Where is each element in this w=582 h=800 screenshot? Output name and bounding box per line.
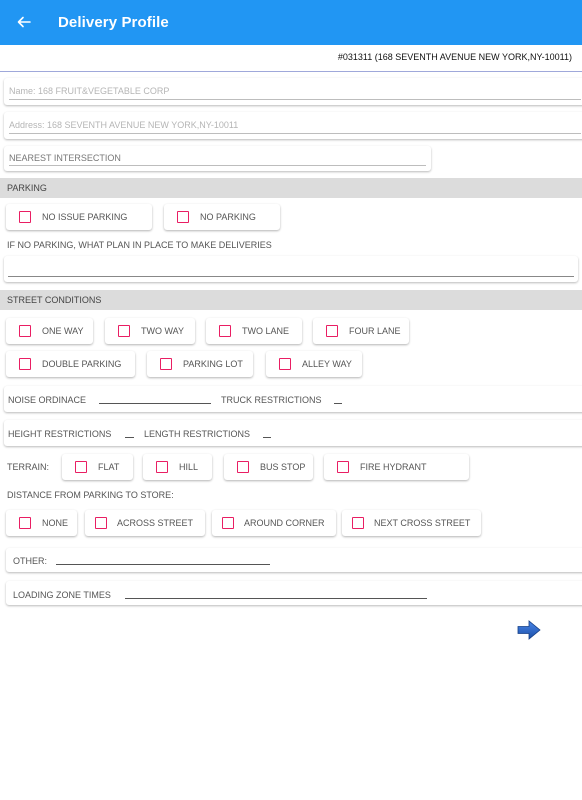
checkbox-no-issue-parking[interactable]: NO ISSUE PARKING: [6, 204, 152, 230]
loading-zone-input[interactable]: [125, 598, 427, 599]
height-restrictions-input[interactable]: [125, 437, 134, 438]
checkbox-icon: [177, 211, 189, 223]
divider: [0, 71, 582, 72]
name-field-text: Name: 168 FRUIT&VEGETABLE CORP: [9, 86, 170, 96]
checkbox-two-way[interactable]: TWO WAY: [105, 318, 195, 344]
page-title: Delivery Profile: [58, 14, 169, 31]
name-field[interactable]: Name: 168 FRUIT&VEGETABLE CORP: [4, 78, 582, 105]
field-underline: [9, 165, 426, 166]
truck-restrictions-label: TRUCK RESTRICTIONS: [221, 395, 322, 405]
checkbox-icon: [222, 517, 234, 529]
nearest-intersection-field[interactable]: NEAREST INTERSECTION: [4, 146, 431, 171]
length-restrictions-input[interactable]: [263, 437, 271, 438]
checkbox-label: HILL: [179, 462, 199, 472]
checkbox-icon: [19, 211, 31, 223]
checkbox-double-parking[interactable]: DOUBLE PARKING: [6, 351, 135, 377]
field-underline: [9, 133, 581, 134]
checkbox-icon: [337, 461, 349, 473]
checkbox-no-parking[interactable]: NO PARKING: [164, 204, 280, 230]
checkbox-label: NONE: [42, 518, 69, 528]
checkbox-flat[interactable]: FLAT: [62, 454, 133, 480]
checkbox-icon: [19, 358, 31, 370]
other-row: OTHER:: [6, 548, 582, 572]
length-restrictions-label: LENGTH RESTRICTIONS: [144, 429, 251, 439]
checkbox-icon: [326, 325, 338, 337]
app-bar: Delivery Profile: [0, 0, 582, 45]
checkbox-across-street[interactable]: ACROSS STREET: [85, 510, 205, 536]
checkbox-alley-way[interactable]: ALLEY WAY: [266, 351, 362, 377]
checkbox-label: AROUND CORNER: [244, 518, 325, 528]
checkbox-label: FOUR LANE: [349, 326, 401, 336]
checkbox-label: ALLEY WAY: [302, 359, 352, 369]
checkbox-label: FIRE HYDRANT: [360, 462, 427, 472]
arrow-left-icon: [17, 16, 31, 28]
checkbox-icon: [19, 517, 31, 529]
other-label: OTHER:: [13, 556, 48, 566]
checkbox-next-cross-street[interactable]: NEXT CROSS STREET: [342, 510, 481, 536]
checkbox-fire-hydrant[interactable]: FIRE HYDRANT: [324, 454, 469, 480]
checkbox-icon: [237, 461, 249, 473]
checkbox-label: TWO WAY: [141, 326, 184, 336]
parking-plan-question: IF NO PARKING, WHAT PLAN IN PLACE TO MAK…: [7, 240, 272, 250]
next-button[interactable]: [517, 620, 541, 640]
checkbox-label: ACROSS STREET: [117, 518, 194, 528]
noise-truck-row: NOISE ORDINACE TRUCK RESTRICTIONS: [4, 386, 582, 412]
other-input[interactable]: [56, 564, 270, 565]
checkbox-icon: [95, 517, 107, 529]
section-header-street-conditions: STREET CONDITIONS: [0, 290, 582, 310]
checkbox-label: NEXT CROSS STREET: [374, 518, 471, 528]
checkbox-icon: [279, 358, 291, 370]
checkbox-icon: [118, 325, 130, 337]
height-restrictions-label: HEIGHT RESTRICTIONS: [8, 429, 112, 439]
checkbox-bus-stop[interactable]: BUS STOP: [224, 454, 313, 480]
checkbox-label: NO PARKING: [200, 212, 256, 222]
checkbox-label: BUS STOP: [260, 462, 306, 472]
checkbox-four-lane[interactable]: FOUR LANE: [313, 318, 409, 344]
arrow-right-icon: [517, 620, 541, 640]
checkbox-none[interactable]: NONE: [6, 510, 77, 536]
noise-ordinance-label: NOISE ORDINACE: [8, 395, 87, 405]
section-title: PARKING: [7, 183, 47, 193]
section-title: STREET CONDITIONS: [7, 295, 102, 305]
back-button[interactable]: [12, 9, 36, 35]
section-header-parking: PARKING: [0, 178, 582, 198]
truck-restrictions-input[interactable]: [334, 403, 342, 404]
checkbox-hill[interactable]: HILL: [143, 454, 212, 480]
checkbox-one-way[interactable]: ONE WAY: [6, 318, 93, 344]
store-id-label: #031311 (168 SEVENTH AVENUE NEW YORK,NY-…: [337, 52, 572, 62]
checkbox-icon: [156, 461, 168, 473]
height-length-row: HEIGHT RESTRICTIONS LENGTH RESTRICTIONS: [4, 420, 582, 446]
nearest-intersection-placeholder: NEAREST INTERSECTION: [9, 153, 121, 163]
address-field-text: Address: 168 SEVENTH AVENUE NEW YORK,NY-…: [9, 120, 239, 130]
checkbox-around-corner[interactable]: AROUND CORNER: [212, 510, 336, 536]
distance-label: DISTANCE FROM PARKING TO STORE:: [7, 490, 174, 500]
field-underline: [8, 276, 574, 277]
checkbox-icon: [19, 325, 31, 337]
checkbox-label: TWO LANE: [242, 326, 290, 336]
loading-zone-row: LOADING ZONE TIMES: [6, 581, 582, 605]
checkbox-icon: [352, 517, 364, 529]
loading-zone-label: LOADING ZONE TIMES: [13, 590, 111, 600]
checkbox-label: ONE WAY: [42, 326, 84, 336]
checkbox-label: DOUBLE PARKING: [42, 359, 122, 369]
checkbox-label: NO ISSUE PARKING: [42, 212, 128, 222]
field-underline: [9, 99, 581, 100]
checkbox-icon: [219, 325, 231, 337]
noise-ordinance-input[interactable]: [99, 403, 211, 404]
address-field[interactable]: Address: 168 SEVENTH AVENUE NEW YORK,NY-…: [4, 112, 582, 139]
checkbox-label: FLAT: [98, 462, 120, 472]
checkbox-two-lane[interactable]: TWO LANE: [206, 318, 302, 344]
checkbox-label: PARKING LOT: [183, 359, 243, 369]
checkbox-icon: [75, 461, 87, 473]
terrain-label: TERRAIN:: [7, 462, 50, 472]
parking-plan-input[interactable]: [4, 256, 578, 282]
checkbox-parking-lot[interactable]: PARKING LOT: [147, 351, 253, 377]
checkbox-icon: [160, 358, 172, 370]
